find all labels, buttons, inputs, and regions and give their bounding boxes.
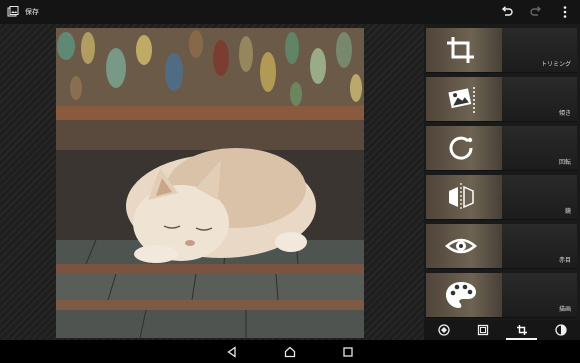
tool-label-rotate: 回転 [558,159,571,166]
tool-red-eye[interactable]: 赤目 [426,224,577,269]
crop-icon [447,37,474,63]
crop-tab-icon [516,325,527,335]
adjust-icon [554,324,567,336]
filters-icon [437,324,450,336]
save-label: 保存 [25,8,39,16]
tool-mirror[interactable]: 鏡 [426,175,577,220]
home-icon[interactable] [283,345,297,359]
tilt-icon [448,87,475,113]
tool-tilt[interactable]: 傾き [426,77,577,122]
tool-label-tilt: 傾き [558,110,571,117]
redo-icon[interactable] [529,5,543,19]
gallery-icon [7,6,19,17]
tab-filters[interactable] [424,320,463,340]
tab-adjust[interactable] [541,320,580,340]
tool-panel: トリミング 傾き 回転 鏡 赤目 描画 [424,24,580,340]
tab-frames[interactable] [463,320,502,340]
overflow-menu-icon[interactable] [558,5,572,19]
save-button[interactable]: 保存 [7,6,39,18]
tool-draw[interactable]: 描画 [426,273,577,318]
cat-photo [56,28,364,338]
category-tabs [424,320,580,340]
tool-rotate[interactable]: 回転 [426,126,577,171]
photo-canvas[interactable] [56,28,364,338]
tool-label-crop: トリミング [540,61,571,68]
tab-crop[interactable] [502,320,541,340]
rotate-icon [449,136,473,160]
tool-label-red-eye: 赤目 [558,257,571,264]
tool-crop[interactable]: トリミング [426,28,577,73]
palette-icon [446,282,476,308]
red-eye-icon [445,238,477,254]
undo-icon[interactable] [500,5,514,19]
frame-icon [477,324,488,336]
navigation-bar [0,340,580,363]
tool-label-draw: 描画 [558,306,571,313]
action-bar: 保存 [0,0,580,24]
mirror-icon [449,183,474,211]
recent-apps-icon[interactable] [341,345,355,359]
tool-label-mirror: 鏡 [564,208,571,215]
back-icon[interactable] [225,345,239,359]
